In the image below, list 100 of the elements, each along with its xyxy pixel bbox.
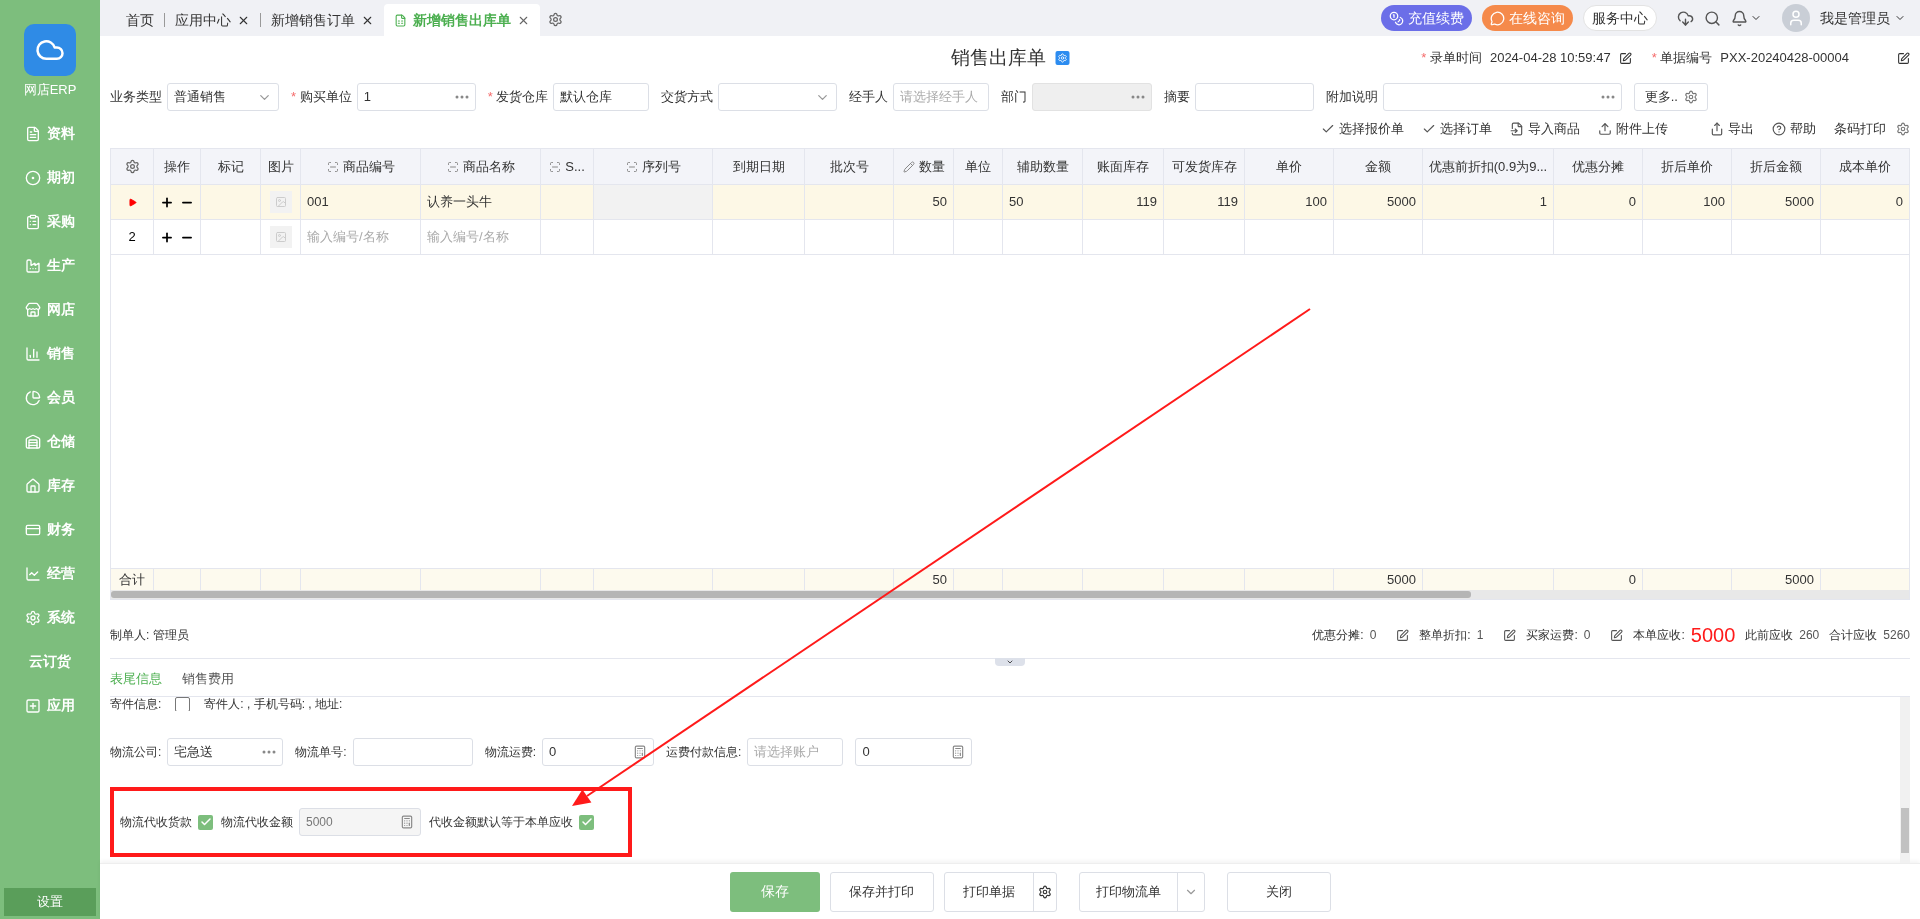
column-header: 优惠分摊 bbox=[1554, 149, 1643, 184]
tab[interactable]: 销售费用 bbox=[182, 668, 234, 689]
summary-label: 整单折扣: bbox=[1419, 627, 1471, 644]
sidebar-icon bbox=[25, 477, 41, 494]
toolbar-button[interactable]: 导出 bbox=[1710, 119, 1754, 139]
export-icon bbox=[1710, 122, 1724, 136]
checkbox[interactable] bbox=[579, 814, 594, 830]
search-icon[interactable] bbox=[1704, 9, 1721, 27]
field-label: * 发货仓库 bbox=[487, 88, 549, 107]
toolbar-button[interactable]: 选择订单 bbox=[1422, 119, 1492, 139]
input-field[interactable] bbox=[718, 83, 838, 111]
column-header: 账面库存 bbox=[1083, 149, 1164, 184]
vertical-scrollbar[interactable] bbox=[1900, 697, 1910, 863]
field-label: * 购买单位 bbox=[291, 88, 352, 107]
sender-info: 寄件人: , 手机号码: , 地址: bbox=[204, 697, 343, 711]
sidebar-icon bbox=[25, 609, 41, 626]
calculator-icon bbox=[951, 745, 966, 759]
column-header: 金额 bbox=[1334, 149, 1423, 184]
field-label: 代收金额默认等于本单应收 bbox=[429, 814, 573, 831]
input-field[interactable] bbox=[1195, 83, 1315, 111]
edit-icon[interactable] bbox=[1618, 51, 1632, 65]
toolbar-button[interactable]: 帮助 bbox=[1772, 119, 1816, 139]
sidebar-icon bbox=[25, 213, 41, 230]
scan-icon bbox=[625, 160, 638, 173]
edit-icon[interactable] bbox=[1897, 51, 1910, 65]
input-field[interactable]: 1 bbox=[356, 83, 476, 111]
collapse-handle[interactable] bbox=[995, 658, 1025, 666]
edit-icon[interactable] bbox=[1396, 628, 1410, 642]
table-cell-text: 100 bbox=[1703, 193, 1725, 212]
more-icon bbox=[1131, 95, 1146, 99]
toolbar-button[interactable]: 导入商品 bbox=[1510, 119, 1580, 139]
user-menu[interactable]: 我是管理员 bbox=[1820, 7, 1906, 29]
table-row[interactable]: 2 输入编号/名称 输入编号/名称 bbox=[111, 220, 1909, 255]
summary-value: 5260 bbox=[1883, 627, 1910, 644]
more-icon bbox=[262, 750, 277, 754]
table-cell-text: 0 bbox=[1628, 193, 1636, 212]
sidebar-icon bbox=[25, 565, 41, 582]
column-header: 数量 bbox=[894, 149, 954, 184]
input-field[interactable] bbox=[1383, 83, 1623, 111]
table-cell-text: 001 bbox=[307, 193, 329, 212]
pencil-icon bbox=[902, 160, 915, 173]
header-button[interactable]: 充值续费 bbox=[1381, 5, 1472, 31]
more-button[interactable]: 更多.. bbox=[1634, 83, 1709, 111]
settings-icon[interactable] bbox=[548, 12, 563, 27]
download-icon[interactable] bbox=[1677, 9, 1694, 27]
edit-icon[interactable] bbox=[1503, 628, 1517, 642]
column-header: 折后单价 bbox=[1643, 149, 1732, 184]
checkbox[interactable] bbox=[198, 814, 213, 830]
summary-value: 0 bbox=[1369, 627, 1377, 644]
column-header: 优惠前折扣(0.9为9... bbox=[1423, 149, 1554, 184]
column-header: 操作 bbox=[154, 149, 201, 184]
column-header: 商品名称 bbox=[421, 149, 541, 184]
edit-icon[interactable] bbox=[1610, 628, 1624, 642]
tab[interactable]: 新增销售订单 bbox=[261, 4, 384, 36]
checkbox[interactable] bbox=[175, 697, 191, 711]
table-row[interactable]: 001 认养一头牛 50 50 119 119 100 5000 1 0 100 5000 0 bbox=[111, 185, 1909, 220]
input-field[interactable] bbox=[352, 738, 473, 766]
total-cell-text: 5000 bbox=[1785, 570, 1814, 589]
summary-label: 合计应收 bbox=[1829, 627, 1878, 644]
tab[interactable]: 首页 bbox=[116, 4, 164, 36]
input-field[interactable]: 0 bbox=[855, 738, 973, 766]
row-number: 2 bbox=[128, 228, 136, 247]
action-button[interactable]: 关闭 bbox=[1226, 871, 1331, 912]
total-cell-text: 合计 bbox=[119, 570, 145, 589]
settings-icon[interactable] bbox=[124, 159, 140, 174]
horizontal-scrollbar[interactable] bbox=[111, 590, 1909, 599]
column-header: 辅助数量 bbox=[1003, 149, 1083, 184]
sidebar-icon bbox=[25, 389, 41, 406]
scan-icon bbox=[549, 160, 562, 173]
field-label: 摘要 bbox=[1164, 88, 1191, 107]
input-field[interactable]: 普通销售 bbox=[167, 83, 279, 111]
input-field[interactable]: 0 bbox=[542, 738, 655, 766]
input-field[interactable]: 宅急送 bbox=[167, 738, 284, 766]
table-cell-text: 100 bbox=[1305, 193, 1327, 212]
more-icon bbox=[1601, 95, 1616, 99]
app-logo bbox=[24, 24, 76, 76]
table-cell-text: 50 bbox=[932, 193, 947, 212]
header-button[interactable]: 服务中心 bbox=[1583, 5, 1657, 31]
sidebar-icon bbox=[25, 125, 41, 142]
column-header: 序列号 bbox=[594, 149, 713, 184]
tab[interactable]: 应用中心 bbox=[165, 4, 260, 36]
table-cell-text: 1 bbox=[1539, 193, 1547, 212]
meta-value: PXX-20240428-00004 bbox=[1720, 49, 1849, 68]
toolbar-button[interactable]: 选择报价单 bbox=[1321, 119, 1404, 139]
app-name: 网店ERP bbox=[23, 81, 77, 99]
scan-icon bbox=[446, 160, 459, 173]
summary-label: 买家运费: bbox=[1526, 627, 1578, 644]
bell-icon[interactable] bbox=[1731, 9, 1748, 27]
sidebar-icon bbox=[25, 257, 41, 274]
input-field[interactable]: 默认仓库 bbox=[553, 83, 650, 111]
toolbar-button[interactable]: 附件上传 bbox=[1598, 119, 1668, 139]
current-row-icon bbox=[127, 197, 137, 207]
page-title: 销售出库单 bbox=[950, 45, 1046, 70]
toolbar-button[interactable]: 条码打印 bbox=[1834, 119, 1886, 139]
field-label: 部门 bbox=[1001, 88, 1028, 107]
summary-value: 1 bbox=[1476, 627, 1484, 644]
image-placeholder bbox=[269, 226, 292, 248]
column-header: 单位 bbox=[954, 149, 1003, 184]
sidebar-icon bbox=[25, 301, 41, 318]
action-button[interactable]: 保存并打印 bbox=[829, 871, 934, 912]
